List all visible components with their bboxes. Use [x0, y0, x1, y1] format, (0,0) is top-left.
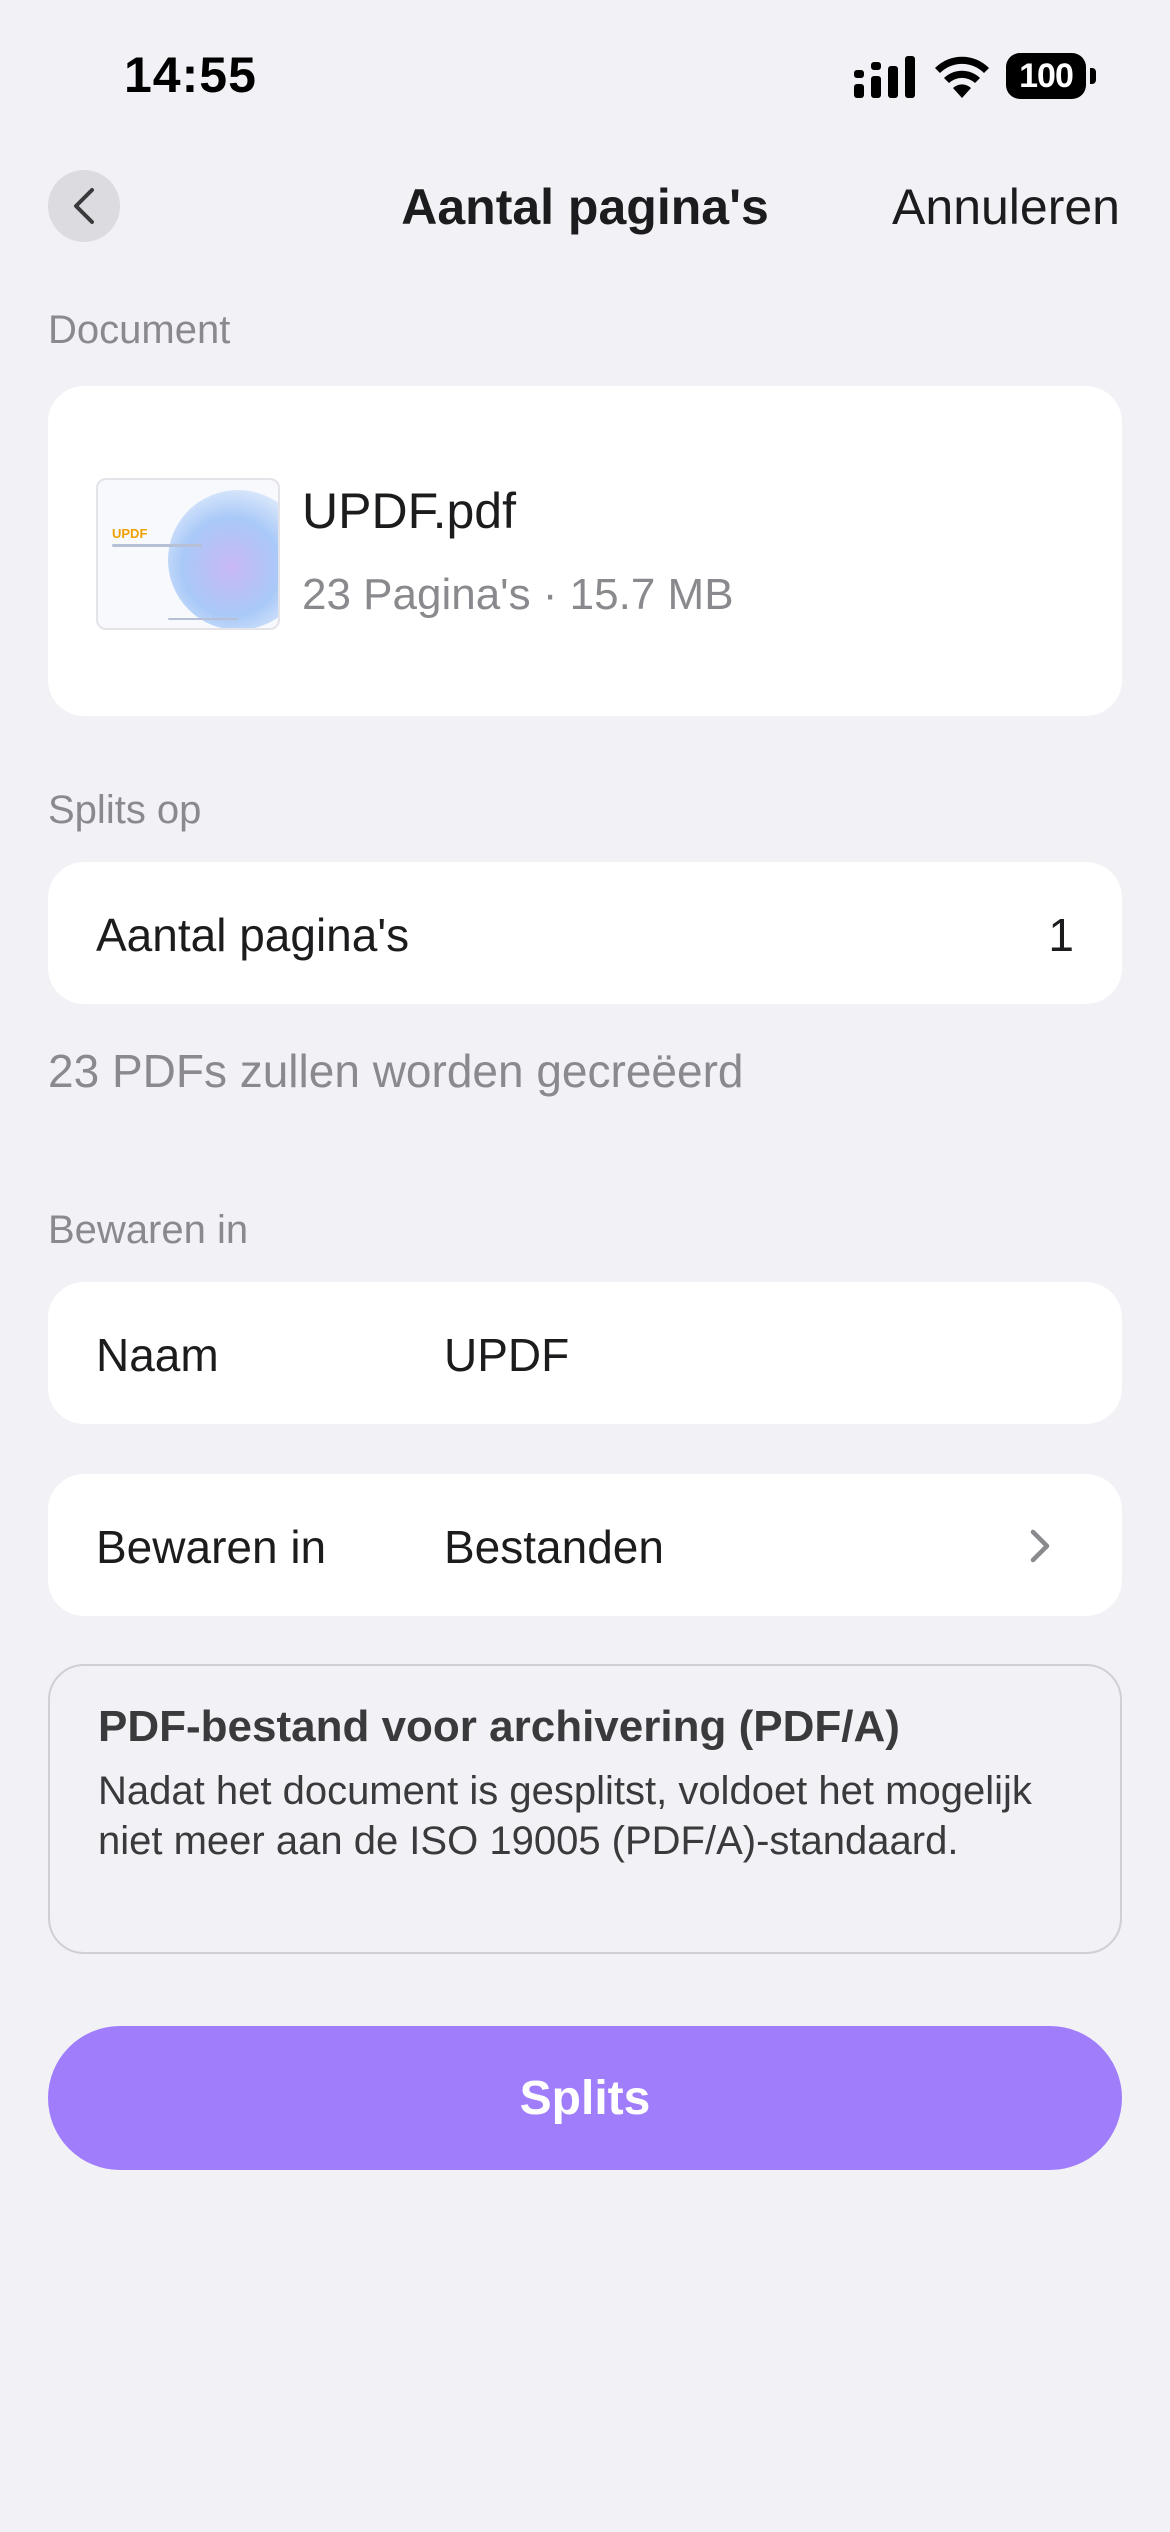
save-location-label: Bewaren in — [96, 1521, 327, 1573]
document-card[interactable]: UPDF UPDF.pdf 23 Pagina's · 15.7 MB — [48, 386, 1122, 716]
chevron-right-icon — [1030, 1529, 1050, 1563]
name-label: Naam — [96, 1329, 219, 1381]
split-section-label: Splits op — [48, 788, 202, 832]
document-thumbnail: UPDF — [96, 478, 280, 630]
thumbnail-artwork — [168, 490, 278, 628]
save-section-label: Bewaren in — [48, 1208, 249, 1252]
battery-icon: 100 — [1006, 53, 1096, 99]
page-count-label: Aantal pagina's — [96, 909, 410, 961]
page-count-value[interactable]: 1 — [1048, 908, 1074, 962]
battery-tip — [1090, 68, 1096, 84]
document-section-label: Document — [48, 308, 231, 352]
notice-title: PDF-bestand voor archivering (PDF/A) — [98, 1702, 900, 1751]
page-count-row[interactable]: Aantal pagina's 1 — [48, 862, 1122, 1004]
cancel-button[interactable]: Annuleren — [892, 178, 1120, 236]
status-bar: 14:55 100 — [0, 0, 1170, 150]
thumbnail-text-line — [112, 544, 202, 547]
split-button[interactable]: Splits — [48, 2026, 1122, 2170]
thumbnail-logo: UPDF — [112, 526, 148, 541]
wifi-icon — [935, 56, 989, 98]
battery-level: 100 — [1006, 53, 1086, 99]
name-field[interactable]: UPDF — [444, 1328, 569, 1382]
cellular-signal-icon — [854, 56, 915, 98]
document-file-meta: 23 Pagina's · 15.7 MB — [302, 570, 734, 619]
status-time: 14:55 — [124, 47, 257, 103]
document-file-name: UPDF.pdf — [302, 483, 516, 539]
pdfa-notice: PDF-bestand voor archivering (PDF/A) Nad… — [48, 1664, 1122, 1954]
save-location-row[interactable]: Bewaren in Bestanden — [48, 1474, 1122, 1616]
name-row[interactable]: Naam UPDF — [48, 1282, 1122, 1424]
save-location-value: Bestanden — [444, 1521, 664, 1573]
screen: 14:55 100 Aantal pagina's Annuleren Docu… — [0, 0, 1170, 2532]
pdf-count-helper: 23 PDFs zullen worden gecreëerd — [48, 1045, 744, 1097]
notice-body: Nadat het document is gesplitst, voldoet… — [98, 1769, 1032, 1863]
thumbnail-footer-line — [168, 618, 238, 620]
